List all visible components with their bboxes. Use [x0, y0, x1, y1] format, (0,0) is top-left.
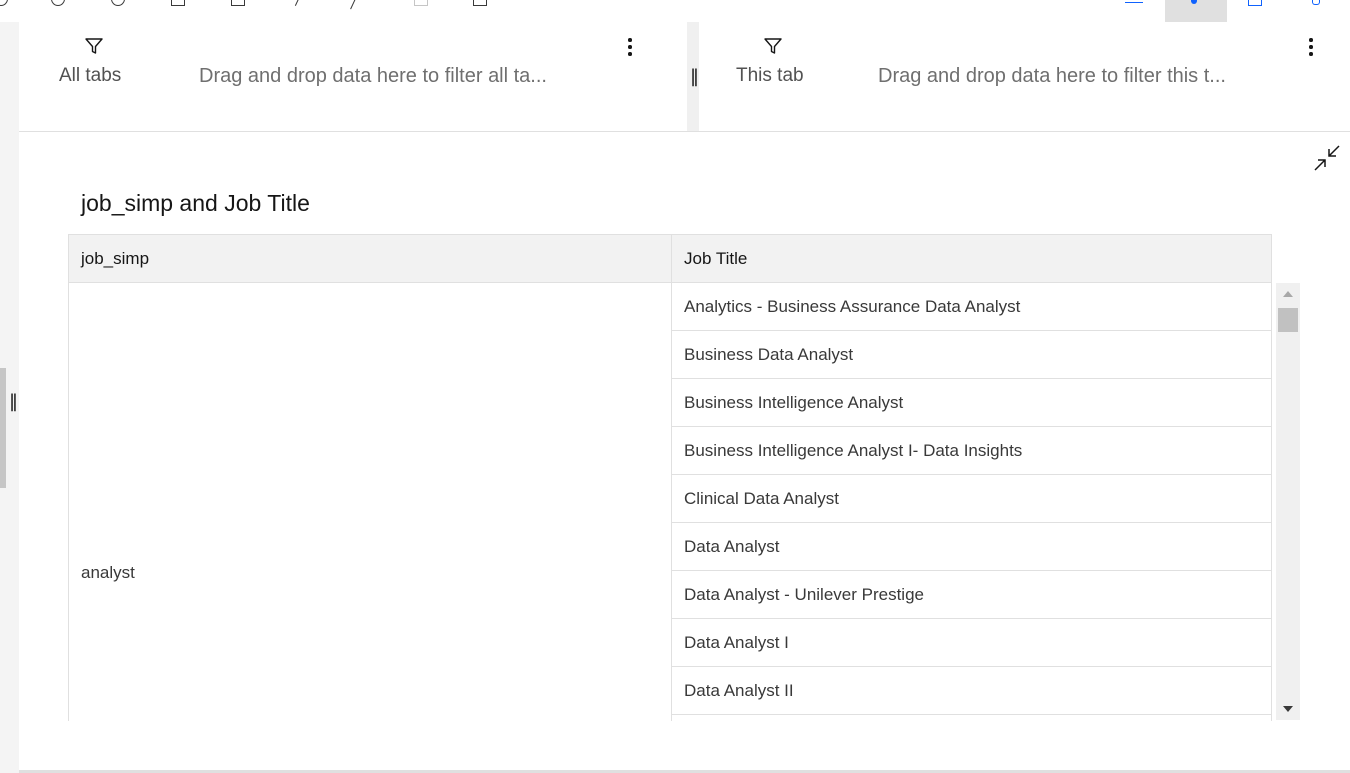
table-row[interactable]: Business Intelligence Analyst I- Data In…	[672, 427, 1271, 475]
redo-icon[interactable]	[51, 0, 65, 6]
chart-icon[interactable]	[1125, 0, 1143, 3]
table-icon[interactable]	[231, 0, 245, 6]
filter-this-tab-label: This tab	[736, 65, 804, 86]
collapse-icon[interactable]	[1313, 144, 1341, 172]
filter-icon	[764, 38, 782, 54]
active-toolbar-tab[interactable]	[1165, 0, 1227, 22]
undo-icon[interactable]	[0, 0, 8, 6]
widget-title: job_simp and Job Title	[81, 190, 310, 216]
crosstab-table: job_simp Job Title analyst Analytics - B…	[68, 234, 1272, 721]
pin-icon[interactable]	[1312, 0, 1320, 5]
table-row[interactable]: Business Intelligence Analyst	[672, 379, 1271, 427]
table-row[interactable]: Business Data Analyst	[672, 331, 1271, 379]
table-row[interactable]: Data Analyst	[672, 523, 1271, 571]
column-header-job-title[interactable]: Job Title	[672, 235, 1271, 282]
group-value: analyst	[81, 563, 135, 582]
filter-this-tab: This tab Drag and drop data here to filt…	[699, 22, 1350, 131]
filter-resize-handle[interactable]: ‖	[690, 66, 699, 88]
top-toolbar	[0, 0, 1350, 23]
table-row[interactable]: Data Analyst I	[672, 619, 1271, 667]
scrollbar-thumb[interactable]	[1278, 308, 1298, 332]
column-header-job-simp[interactable]: job_simp	[69, 235, 672, 282]
blank-icon[interactable]	[414, 0, 428, 6]
table-scrollbar[interactable]	[1276, 283, 1300, 720]
filter-all-tabs-label: All tabs	[59, 65, 122, 86]
filter-icon	[85, 38, 103, 54]
left-panel-tab[interactable]	[0, 368, 6, 488]
job-title-list: Analytics - Business Assurance Data Anal…	[672, 283, 1271, 721]
overflow-menu-icon[interactable]	[1308, 38, 1314, 56]
undo2-icon[interactable]	[342, 0, 357, 10]
info-icon[interactable]	[111, 0, 125, 6]
overflow-menu-icon[interactable]	[627, 38, 633, 56]
table-header: job_simp Job Title	[69, 235, 1271, 283]
grid-icon[interactable]	[1248, 0, 1262, 6]
table-row[interactable]: Clinical Data Analyst	[672, 475, 1271, 523]
copy-icon[interactable]	[473, 0, 487, 6]
filter-all-tabs: All tabs Drag and drop data here to filt…	[19, 22, 687, 131]
table-row[interactable]: Data Analyst II	[672, 667, 1271, 715]
group-cell: analyst	[69, 283, 672, 721]
table-row[interactable]	[672, 715, 1271, 721]
scroll-down-icon[interactable]	[1283, 706, 1293, 712]
filter-all-tabs-dropzone[interactable]: Drag and drop data here to filter all ta…	[199, 65, 547, 88]
pen-icon[interactable]	[294, 0, 309, 10]
table-row[interactable]: Data Analyst - Unilever Prestige	[672, 571, 1271, 619]
data-icon[interactable]	[171, 0, 185, 6]
filter-this-tab-dropzone[interactable]: Drag and drop data here to filter this t…	[878, 65, 1226, 88]
left-resize-handle[interactable]: ‖	[9, 392, 18, 412]
table-row[interactable]: Analytics - Business Assurance Data Anal…	[672, 283, 1271, 331]
scroll-up-icon[interactable]	[1283, 291, 1293, 297]
